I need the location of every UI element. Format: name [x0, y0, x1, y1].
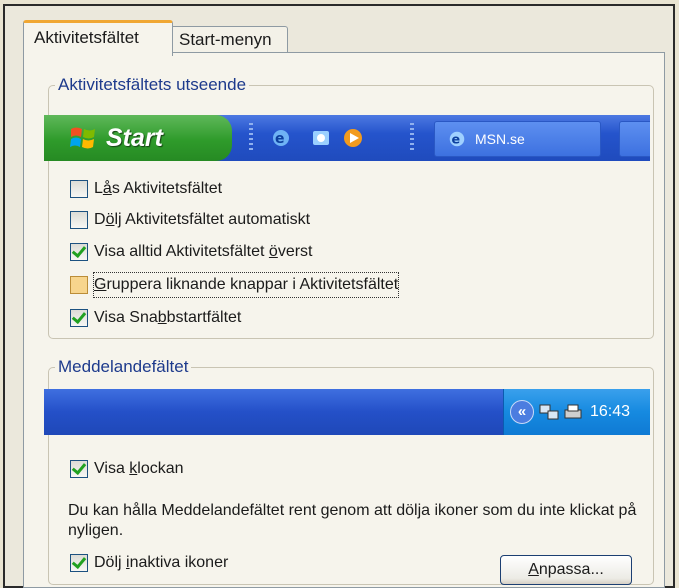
customize-button[interactable]: Anpassa... [500, 555, 632, 585]
tab-panel: Aktivitetsfältets utseende Start e e MSN… [23, 52, 665, 588]
tab-taskbar[interactable]: Aktivitetsfältet [23, 20, 173, 56]
show-clock-checkbox[interactable] [70, 460, 88, 478]
autohide-taskbar-label: Dölj Aktivitetsfältet automatiskt [94, 211, 311, 228]
taskbar-window-button-2 [619, 121, 650, 157]
media-player-icon [344, 129, 362, 147]
show-clock-label: Visa klockan [94, 460, 184, 477]
svg-text:e: e [275, 131, 285, 147]
tray-clock: 16:43 [590, 403, 631, 420]
notification-group-title: Meddelandefältet [58, 357, 189, 376]
keep-on-top-label: Visa alltid Aktivitetsfältet överst [94, 243, 313, 260]
svg-text:e: e [452, 132, 461, 147]
group-buttons-label: Gruppera liknande knappar i Aktivitetsfä… [92, 272, 400, 298]
keep-on-top-checkbox[interactable] [70, 243, 88, 261]
windows-logo-icon [70, 127, 95, 149]
notification-area-preview: « 16:43 [44, 389, 650, 435]
autohide-taskbar-checkbox[interactable] [70, 211, 88, 229]
tab-start-menu[interactable]: Start-menyn [168, 26, 288, 53]
ie-icon: e [449, 132, 465, 147]
group-buttons-checkbox[interactable] [70, 276, 88, 294]
taskbar-preview: Start e e MSN.se [44, 115, 650, 161]
hide-inactive-checkbox[interactable] [70, 554, 88, 572]
expand-chevron-icon: « [510, 400, 534, 424]
start-label: Start [106, 124, 163, 152]
start-button-preview: Start [44, 115, 232, 161]
quicklaunch-label: Visa Snabbstartfältet [94, 309, 242, 326]
outlook-express-icon [313, 131, 329, 145]
lock-taskbar-label: Lås Aktivitetsfältet [94, 180, 223, 197]
network-icon [539, 404, 559, 420]
taskbar-grip [410, 123, 414, 153]
hide-inactive-label: Dölj inaktiva ikoner [94, 554, 229, 571]
lock-taskbar-checkbox[interactable] [70, 180, 88, 198]
quicklaunch-checkbox[interactable] [70, 309, 88, 327]
appearance-group-title: Aktivitetsfältets utseende [58, 75, 247, 94]
ie-icon: e [273, 130, 289, 147]
quicklaunch-grip [249, 123, 253, 153]
dialog-window: Aktivitetsfältet Start-menyn Aktivitetsf… [3, 4, 675, 588]
taskbar-window-label: MSN.se [475, 131, 525, 147]
printer-icon [564, 404, 582, 419]
system-tray: « 16:43 [503, 389, 650, 435]
taskbar-window-button: e MSN.se [434, 121, 601, 157]
notification-description: Du kan hålla Meddelandefältet rent genom… [68, 502, 637, 539]
